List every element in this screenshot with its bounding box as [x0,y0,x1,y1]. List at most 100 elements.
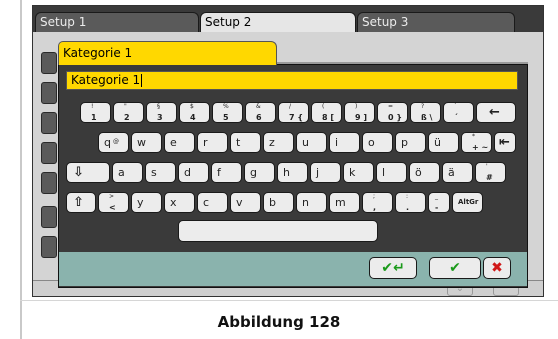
key-k[interactable]: k [343,162,374,183]
caption-divider [20,300,558,301]
key-char: g [250,166,257,179]
key-q[interactable]: q @ [98,132,129,153]
background-side-button [41,52,57,74]
key-8[interactable]: (8 [ [311,102,342,123]
key-comma[interactable]: ;, [362,192,393,213]
key-l[interactable]: l [376,162,407,183]
enter-button[interactable]: ✔↵ [369,257,417,279]
key-shift-char: _ [435,193,438,200]
key-y[interactable]: y [131,192,162,213]
key-char: t [236,136,241,149]
key-0[interactable]: = 0 } [377,102,408,123]
key-i[interactable]: i [329,132,360,153]
back-tab-key[interactable]: ⇤ [494,132,516,153]
key-b[interactable]: b [263,192,294,213]
key-2[interactable]: " 2 [113,102,144,123]
cancel-button[interactable]: ✖ [483,257,511,279]
key-6[interactable]: & 6 [245,102,276,123]
shift-icon: ⇧ [73,195,84,210]
key-shift-char: ) [355,103,358,110]
key-hash[interactable]: ' # [475,162,506,183]
space-bar[interactable] [178,220,378,242]
caps-lock-key[interactable]: ⇩ [66,162,110,183]
key-p[interactable]: p [395,132,426,153]
key-char: l [382,166,386,179]
text-input[interactable]: Kategorie 1 [66,71,518,90]
key-j[interactable]: j [310,162,341,183]
key-g[interactable]: g [244,162,275,183]
key-minus[interactable]: _ - [428,192,450,213]
key-char: , [373,203,377,212]
key-a[interactable]: a [112,162,143,183]
key-5[interactable]: % 5 [212,102,243,123]
tab-label: Setup 2 [205,15,252,29]
text-input-value: Kategorie 1 [71,73,141,87]
background-side-button [41,142,57,164]
key-z[interactable]: z [263,132,294,153]
key-plus[interactable]: * + ~ [461,132,492,153]
key-char: a [118,166,125,179]
altgr-key[interactable]: AltGr [452,192,483,213]
dialog-tab-divider [277,62,528,64]
shift-key[interactable]: ⇧ [66,192,96,213]
key-n[interactable]: n [296,192,327,213]
key-char: ü [434,136,441,149]
key-3[interactable]: § 3 [146,102,177,123]
key-h[interactable]: h [277,162,308,183]
background-side-button [41,172,57,194]
key-r[interactable]: r [197,132,228,153]
key-v[interactable]: v [230,192,261,213]
key-char: v [236,196,243,209]
background-side-button [41,112,57,134]
key-char: + ~ [472,143,489,152]
key-f[interactable]: f [211,162,242,183]
backspace-icon: ← [489,105,500,120]
key-shift-char: / [289,103,292,110]
tab-setup-1[interactable]: Setup 1 [35,12,199,32]
ok-button[interactable]: ✔ [429,257,481,279]
key-a-umlaut[interactable]: ä [442,162,473,183]
background-side-button [41,206,57,228]
key-char: m [335,196,346,209]
key-char: r [203,136,208,149]
key-altgr-char: @ [113,138,119,145]
key-sharp-s[interactable]: ? ß \ [410,102,441,123]
key-w[interactable]: w [131,132,162,153]
key-shift-char: = [388,103,394,110]
key-char: q [104,136,111,149]
key-char: j [316,166,320,179]
key-char: ´ [454,113,458,122]
key-m[interactable]: m [329,192,360,213]
key-char: w [137,136,146,149]
key-shift-char: $ [190,103,194,110]
key-c[interactable]: c [197,192,228,213]
background-side-button [41,82,57,104]
key-char: p [401,136,408,149]
key-char: i [335,136,339,149]
key-period[interactable]: :. [395,192,426,213]
key-7[interactable]: / 7 { [278,102,309,123]
key-e[interactable]: e [164,132,195,153]
key-char: 3 [157,113,163,122]
tab-setup-3[interactable]: Setup 3 [357,12,515,32]
key-u[interactable]: u [296,132,327,153]
key-accent[interactable]: ` ´ [443,102,474,123]
key-1[interactable]: ! 1 [80,102,111,123]
key-shift-char: ! [91,103,94,110]
key-s[interactable]: s [145,162,176,183]
tab-setup-2[interactable]: Setup 2 [200,12,356,32]
key-o[interactable]: o [362,132,393,153]
key-char: 5 [223,113,229,122]
backspace-key[interactable]: ← [476,102,516,123]
key-char: e [170,136,177,149]
key-u-umlaut[interactable]: ü [428,132,459,153]
key-d[interactable]: d [178,162,209,183]
key-4[interactable]: $4 [179,102,210,123]
key-char: ß \ [421,113,433,122]
key-less-than[interactable]: > < [98,192,129,213]
key-o-umlaut[interactable]: ö [409,162,440,183]
key-char: # [486,173,493,182]
key-9[interactable]: ) 9 ] [344,102,375,123]
key-x[interactable]: x [164,192,195,213]
key-t[interactable]: t [230,132,261,153]
